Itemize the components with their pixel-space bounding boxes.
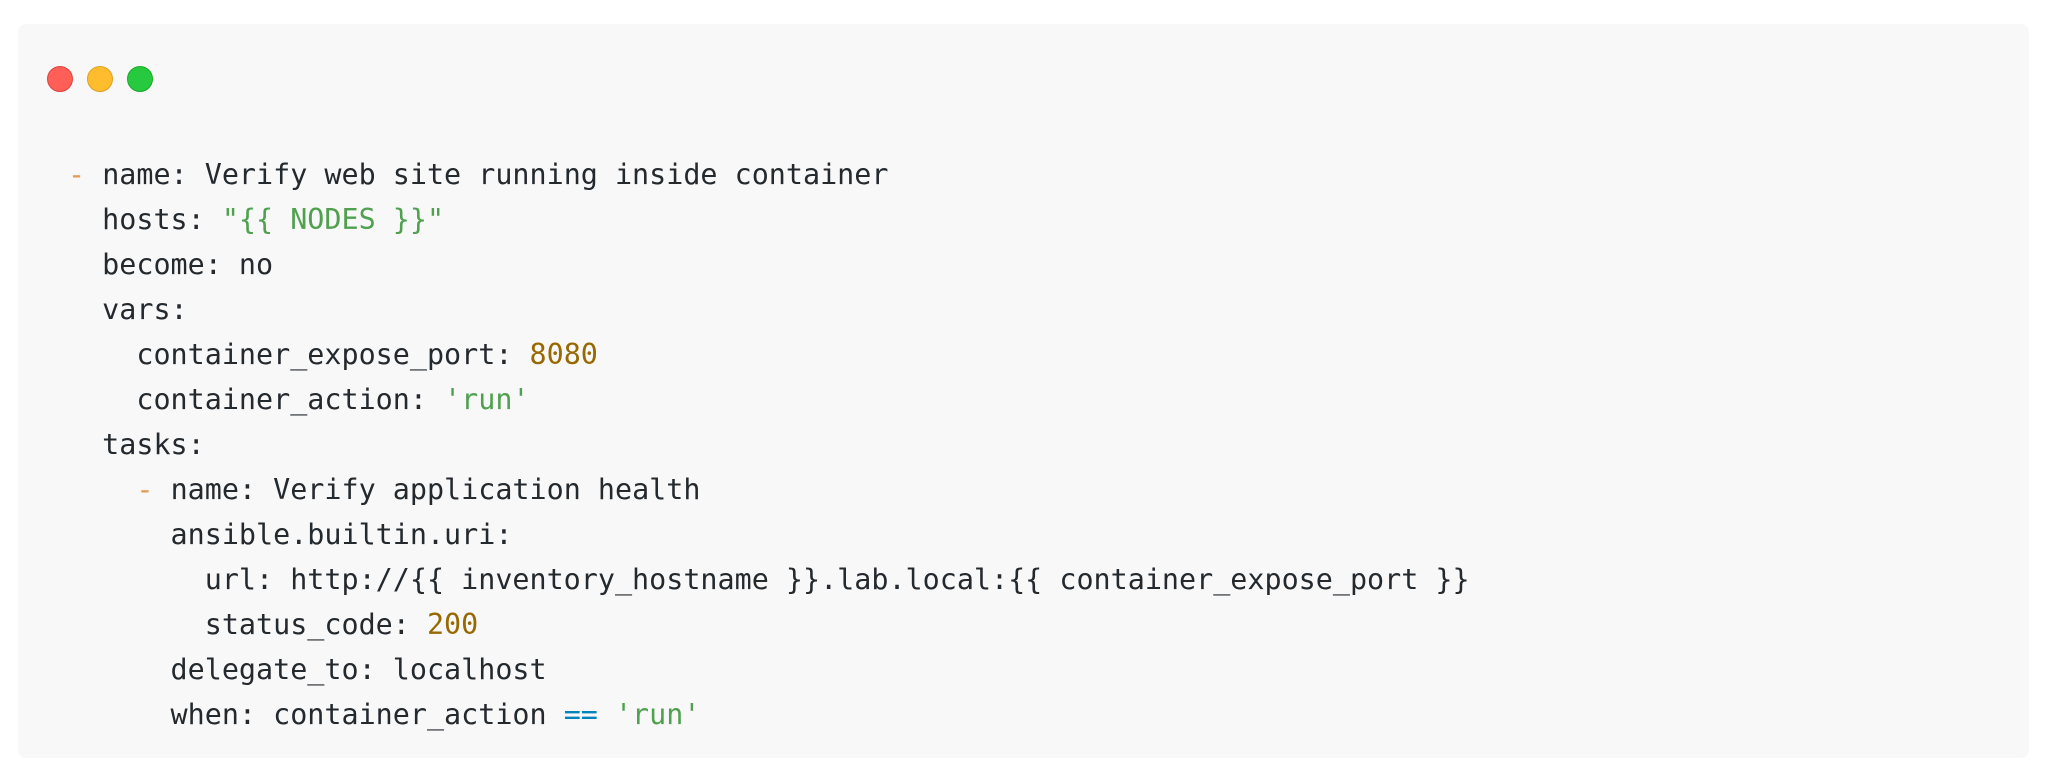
code-line: become: no — [68, 242, 1470, 287]
code-text: name: Verify web site running inside con… — [102, 158, 889, 191]
list-dash: - — [136, 473, 171, 506]
code-text: container_expose_port: — [68, 338, 530, 371]
minimize-dot-icon[interactable] — [87, 66, 113, 92]
code-text: when: container_action — [68, 698, 564, 731]
string-literal: "{{ NODES }}" — [221, 203, 445, 236]
code-text: ansible.builtin.uri: — [68, 518, 513, 551]
code-line: hosts: "{{ NODES }}" — [68, 197, 1470, 242]
code-block: - name: Verify web site running inside c… — [68, 152, 1470, 737]
code-text: container_action: — [68, 383, 445, 416]
code-line: vars: — [68, 287, 1470, 332]
code-line: url: http://{{ inventory_hostname }}.lab… — [68, 557, 1470, 602]
code-text: vars: — [68, 293, 188, 326]
code-line: container_expose_port: 8080 — [68, 332, 1470, 377]
code-line: - name: Verify application health — [68, 467, 1470, 512]
code-text: url: http://{{ inventory_hostname }}.lab… — [68, 563, 1470, 596]
code-line: status_code: 200 — [68, 602, 1470, 647]
code-text: become: no — [68, 248, 274, 281]
code-line: delegate_to: localhost — [68, 647, 1470, 692]
code-window: - name: Verify web site running inside c… — [18, 24, 2029, 758]
number-literal: 8080 — [529, 338, 598, 371]
code-text: delegate_to: localhost — [68, 653, 547, 686]
close-dot-icon[interactable] — [47, 66, 73, 92]
code-text: tasks: — [68, 428, 205, 461]
code-line: - name: Verify web site running inside c… — [68, 152, 1470, 197]
maximize-dot-icon[interactable] — [127, 66, 153, 92]
number-literal: 200 — [426, 608, 479, 641]
code-line: when: container_action == 'run' — [68, 692, 1470, 737]
string-literal: 'run' — [614, 698, 701, 731]
window-controls — [47, 66, 153, 93]
code-line: ansible.builtin.uri: — [68, 512, 1470, 557]
code-line: container_action: 'run' — [68, 377, 1470, 422]
code-text: status_code: — [68, 608, 427, 641]
code-text: name: Verify application health — [170, 473, 701, 506]
operator: == — [563, 698, 598, 731]
string-literal: 'run' — [444, 383, 530, 416]
code-line: tasks: — [68, 422, 1470, 467]
list-dash: - — [68, 158, 103, 191]
code-text: hosts: — [68, 203, 222, 236]
